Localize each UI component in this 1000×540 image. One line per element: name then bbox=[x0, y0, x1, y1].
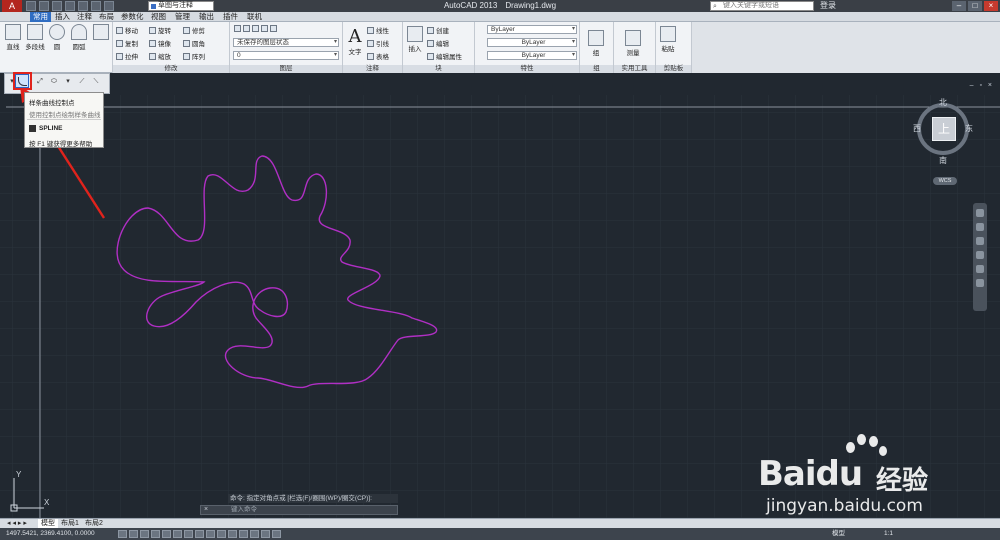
transparency-icon[interactable] bbox=[239, 530, 248, 538]
command-icon bbox=[29, 125, 36, 132]
grid-icon[interactable] bbox=[140, 530, 149, 538]
ortho-icon[interactable] bbox=[151, 530, 160, 538]
status-bar: 1497.5421, 2369.4100, 0.0000 模型 1:1 bbox=[0, 528, 1000, 540]
coordinate-readout: 1497.5421, 2369.4100, 0.0000 bbox=[6, 530, 95, 537]
model-space-button[interactable]: 模型 bbox=[832, 528, 845, 540]
compass-north[interactable]: 北 bbox=[939, 97, 947, 108]
dyn-icon[interactable] bbox=[217, 530, 226, 538]
quick-properties-icon[interactable] bbox=[250, 530, 259, 538]
wcs-menu[interactable]: WCS bbox=[933, 177, 957, 185]
pan-icon[interactable] bbox=[976, 223, 984, 231]
watermark-cn: 经验 bbox=[876, 466, 929, 496]
autocad-window: A 草图与注释 AutoCAD 2013 Drawing1.dwg ⌕ 键入关键字或… bbox=[0, 0, 1000, 540]
command-close-icon[interactable]: × bbox=[204, 506, 208, 514]
compass-west[interactable]: 西 bbox=[913, 123, 921, 134]
showmotion-icon[interactable] bbox=[976, 265, 984, 273]
tooltip-title: 样条曲线控制点 bbox=[29, 100, 75, 107]
viewcube-top-face[interactable]: 上 bbox=[932, 117, 956, 141]
layout-tabs: ◂ ◂ ▸ ▸ 模型 布局1 布局2 bbox=[0, 518, 1000, 529]
baidu-watermark: Baidu 经验 jingyan.baidu.com bbox=[758, 432, 948, 516]
tooltip-description: 使用控制点绘制样条曲线 bbox=[29, 112, 101, 119]
polar-icon[interactable] bbox=[162, 530, 171, 538]
osnap-icon[interactable] bbox=[173, 530, 182, 538]
highlight-box bbox=[13, 72, 32, 90]
command-line: 命令: 指定对角点或 [栏选(F)/圈围(WP)/圈交(CP)]: × 键入命令 bbox=[200, 494, 398, 516]
ucs-y-label: Y bbox=[16, 470, 22, 479]
tooltip-help: 按 F1 键获得更多帮助 bbox=[29, 141, 93, 148]
drafting-toggles bbox=[118, 530, 281, 538]
viewport-window-controls[interactable]: – ▫ × bbox=[970, 82, 994, 89]
annotation-monitor-icon[interactable] bbox=[272, 530, 281, 538]
annotation-scale[interactable]: 1:1 bbox=[884, 528, 893, 540]
ucs-x-label: X bbox=[44, 498, 50, 507]
compass-east[interactable]: 东 bbox=[965, 123, 973, 134]
zoom-icon[interactable] bbox=[976, 237, 984, 245]
tooltip-command: SPLINE bbox=[39, 125, 63, 132]
watermark-brand: Baidu bbox=[758, 454, 863, 494]
command-history: 命令: 指定对角点或 [栏选(F)/圈围(WP)/圈交(CP)]: bbox=[228, 494, 398, 503]
tooltip-divider bbox=[27, 119, 101, 120]
ducs-icon[interactable] bbox=[206, 530, 215, 538]
otrack-icon[interactable] bbox=[195, 530, 204, 538]
navigation-bar bbox=[973, 203, 987, 311]
3d-osnap-icon[interactable] bbox=[184, 530, 193, 538]
compass-south[interactable]: 南 bbox=[939, 155, 947, 166]
infer-constraints-icon[interactable] bbox=[118, 530, 127, 538]
spline-tooltip: 样条曲线控制点 使用控制点绘制样条曲线 SPLINE 按 F1 键获得更多帮助 bbox=[24, 92, 104, 148]
selection-cycling-icon[interactable] bbox=[261, 530, 270, 538]
watermark-url: jingyan.baidu.com bbox=[766, 496, 923, 516]
orbit-icon[interactable] bbox=[976, 251, 984, 259]
steering-wheel-icon[interactable] bbox=[976, 209, 984, 217]
snap-icon[interactable] bbox=[129, 530, 138, 538]
command-input[interactable]: × 键入命令 bbox=[200, 505, 398, 515]
navbar-menu-icon[interactable] bbox=[976, 279, 984, 287]
viewcube[interactable]: 上 北 南 东 西 WCS bbox=[913, 97, 973, 185]
lineweight-icon[interactable] bbox=[228, 530, 237, 538]
